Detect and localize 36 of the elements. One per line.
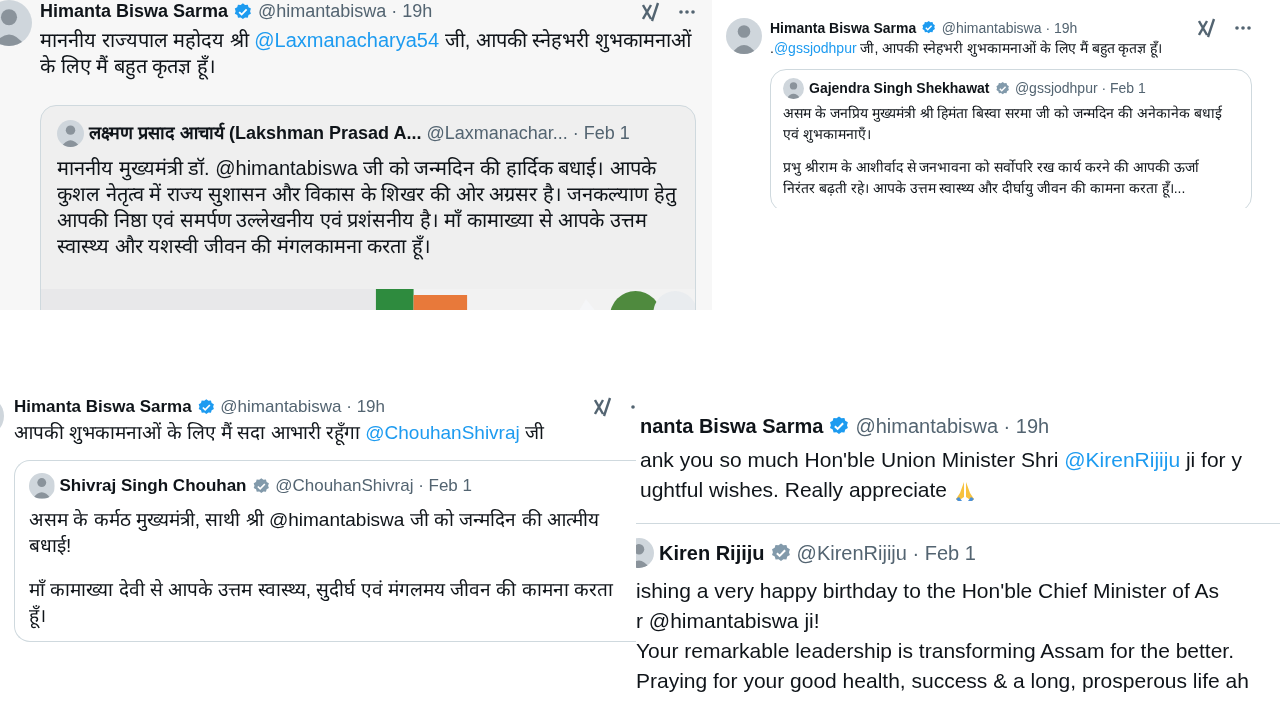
tweet-text: माननीय राज्यपाल महोदय श्री @Laxmanacharya54 जी, आपकी स्नेहभरी शुभकामनाओं के लिए मैं बहुत कृतज्ञ हूँ। [40,28,693,80]
handle-and-time: @Laxmanachar... · Feb 1 [426,122,630,146]
grok-icon[interactable] [1198,18,1216,38]
quoted-text: Praying for your good health, success & a long, prosperous life ah [636,668,1250,694]
quoted-text: Your remarkable leadership is transforming Assam for the better. [636,638,1236,664]
quoted-text: असम के जनप्रिय मुख्यमंत्री श्री हिमंता बिस्वा सरमा जी को जन्मदिन की अनेकानेक बधाई एवं शुभकामनाएँ। [783,104,1223,145]
handle-and-time: @himantabiswa · 19h [257,0,433,23]
author-name[interactable]: Himanta Biswa Sarma [40,0,229,24]
handle-and-time: @himantabiswa · 19h [220,396,385,418]
handle-and-time: @himantabiswa · 19h [941,18,1078,38]
tweet-text: आपकी शुभकामनाओं के लिए मैं सदा आभारी रहूँगा @ChouhanShivraj जी [14,421,545,447]
quoted-tweet-card[interactable] [14,460,636,642]
grok-icon[interactable] [642,1,660,22]
author-name[interactable]: लक्ष्मण प्रसाद आचार्य (Lakshman Prasad A... [89,122,422,146]
quoted-tweet-card[interactable] [40,105,696,310]
more-icon[interactable] [1234,25,1252,31]
handle-and-time: @gssjodhpur · Feb 1 [1014,79,1146,98]
grok-icon[interactable] [594,397,612,418]
handle-and-time: @ChouhanShivraj · Feb 1 [275,474,472,497]
more-icon[interactable] [678,8,696,15]
quoted-text: प्रभु श्रीराम के आशीर्वाद से जनभावना को सर्वोपरि रख कार्य करने की आपकी ऊर्जा निरंतर बढ़ती रहे। आपके उत्तम स्वास्थ्य और दीर्घायु जीवन की कामना करता हूँ।... [783,158,1200,199]
author-name[interactable]: nanta Biswa Sarma [640,413,824,439]
author-name[interactable]: Shivraj Singh Chouhan [59,474,247,497]
handle-and-time: @KirenRijiju · Feb 1 [796,541,976,566]
quoted-text: असम के कर्मठ मुख्यमंत्री, साथी श्री @himantabiswa जी को जन्मदिन की आत्मीय बधाई! [29,507,601,558]
quoted-text: माँ कामाख्या देवी से आपके उत्तम स्वास्थ्य, सुदीर्घ एवं मंगलमय जीवन की कामना करता हूँ। [29,576,622,629]
author-name[interactable]: Himanta Biswa Sarma [14,396,192,419]
tweet-text: .@gssjodhpur जी, आपकी स्नेहभरी शुभकामनाओं के लिए मैं बहुत कृतज्ञ हूँ। [770,39,1164,59]
author-name[interactable]: Himanta Biswa Sarma [770,18,917,38]
author-name[interactable]: Kiren Rijiju [659,540,765,566]
quoted-text: माननीय मुख्यमंत्री डॉ. @himantabiswa जी को जन्मदिन की हार्दिक बधाई। आपके कुशल नेतृत्व में राज्य सुशासन और विकास के शिखर की ओर अग्रसर है। जनकल्याण हेतु आपकी निष्ठा एवं समर्पण उल्लेखनीय एवं प्रशंसनीय है। माँ कामाख्या से आपके उत्तम स्वास्थ्य और यशस्वी जीवन की मंगलकामना करता हूँ। [57,156,678,260]
tweet-text: ank you so much Hon'ble Union Minister Shri @KirenRijiju ji for y ughtful wishes. Really appreciate [640,445,1280,505]
quoted-text: r @himantabiswa ji! [636,608,821,634]
quoted-text: ishing a very happy birthday to the Hon'ble Chief Minister of As [636,578,1220,604]
author-name[interactable]: Gajendra Singh Shekhawat [809,79,990,98]
handle-and-time: @himantabiswa · 19h [855,414,1050,439]
